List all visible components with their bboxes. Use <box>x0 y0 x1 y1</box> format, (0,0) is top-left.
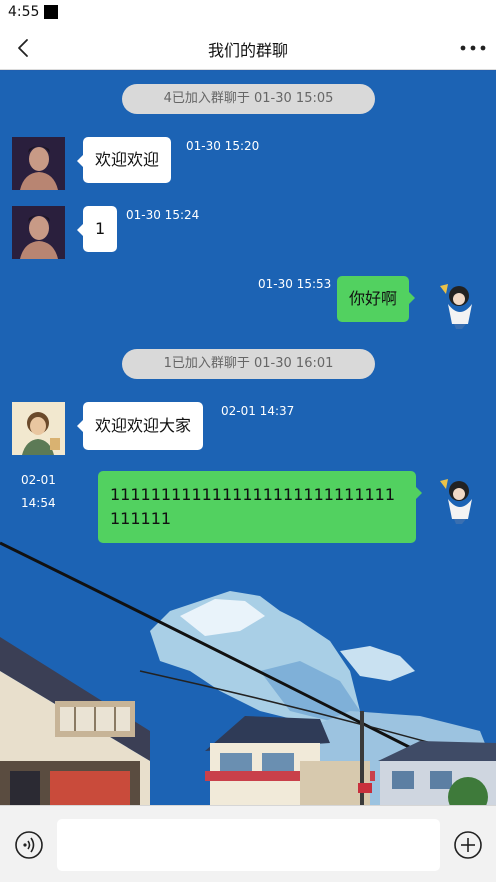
system-notice: 4已加入群聊于 01-30 15:05 <box>122 84 375 114</box>
status-time: 4:55 <box>8 4 40 20</box>
nav-bar: 我们的群聊 <box>0 26 496 70</box>
message-input[interactable] <box>57 819 440 871</box>
plus-icon[interactable] <box>453 830 483 860</box>
system-notice: 1已加入群聊于 01-30 16:01 <box>122 349 375 379</box>
message-time: 02-01 14:37 <box>221 404 295 418</box>
user-avatar-icon <box>12 206 65 259</box>
background-scene <box>0 71 496 805</box>
message-time: 01-30 15:53 <box>258 277 332 291</box>
voice-icon[interactable] <box>14 830 44 860</box>
message-text: 1 <box>95 219 106 238</box>
avatar[interactable] <box>12 402 65 455</box>
message-text: 欢迎欢迎 <box>95 150 160 169</box>
message-text: 你好啊 <box>349 289 398 308</box>
avatar[interactable] <box>12 137 65 190</box>
message-time: 01-30 15:24 <box>126 208 200 222</box>
avatar[interactable] <box>12 206 65 259</box>
status-bar: 4:55 <box>0 0 496 26</box>
message-time: 01-30 15:20 <box>186 139 260 153</box>
notification-icon <box>44 5 58 19</box>
self-avatar[interactable] <box>432 276 485 329</box>
input-bar <box>0 805 496 882</box>
self-avatar[interactable] <box>432 471 485 524</box>
self-avatar-icon <box>432 276 485 329</box>
message-text: 1111111111111111111111111111111111 <box>110 485 396 528</box>
message-bubble[interactable]: 1 <box>76 206 118 252</box>
chat-area[interactable]: 4已加入群聊于 01-30 15:05 欢迎欢迎 01-30 15:20 1 0… <box>0 71 496 805</box>
user-avatar-icon <box>12 402 65 455</box>
message-bubble[interactable]: 欢迎欢迎大家 <box>76 402 204 450</box>
message-text: 欢迎欢迎大家 <box>95 416 192 435</box>
message-time-clock: 14:54 <box>21 496 56 510</box>
message-bubble[interactable]: 欢迎欢迎 <box>76 137 172 183</box>
message-bubble-self[interactable]: 你好啊 <box>337 276 416 322</box>
message-bubble-self[interactable]: 1111111111111111111111111111111111 <box>98 471 422 543</box>
user-avatar-icon <box>12 137 65 190</box>
more-dots-icon[interactable] <box>458 34 488 62</box>
message-time-date: 02-01 <box>21 473 56 487</box>
self-avatar-icon <box>432 471 485 524</box>
page-title: 我们的群聊 <box>207 41 288 60</box>
